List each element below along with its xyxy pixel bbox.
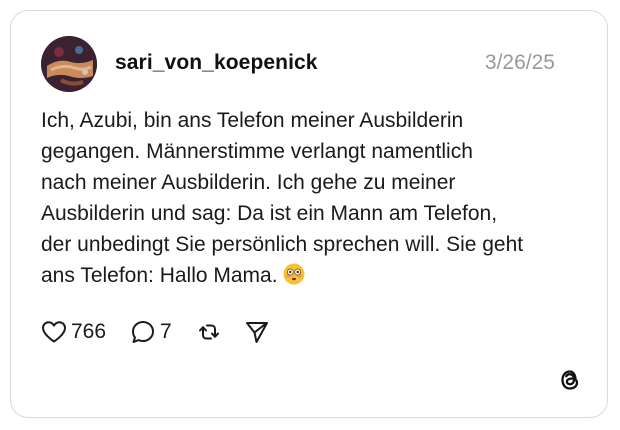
like-count: 766 — [71, 320, 107, 343]
post-text-last-line: ans Telefon: Hallo Mama. — [41, 260, 581, 291]
post-actions: 766 7 — [41, 317, 270, 347]
post-text-line: gegangen. Männerstimme verlangt namentli… — [41, 140, 473, 163]
like-button[interactable]: 766 — [41, 320, 106, 344]
reply-button[interactable]: 7 — [130, 319, 172, 345]
share-button[interactable] — [244, 319, 270, 345]
repost-icon — [196, 319, 222, 345]
heart-icon — [41, 320, 67, 344]
post-text-line: nach meiner Ausbilderin. Ich gehe zu mei… — [41, 171, 456, 194]
post-text-line: Ich, Azubi, bin ans Telefon meiner Ausbi… — [41, 109, 464, 132]
send-icon — [244, 319, 270, 345]
post-date: 3/26/25 — [484, 51, 555, 74]
flushed-face-emoji — [283, 263, 305, 285]
threads-logo-icon[interactable] — [557, 367, 583, 393]
reply-count: 7 — [160, 320, 172, 343]
post-text-line: ans Telefon: Hallo Mama. — [41, 264, 278, 287]
avatar[interactable] — [41, 36, 97, 92]
post-text: Ich, Azubi, bin ans Telefon meiner Ausbi… — [41, 105, 581, 291]
repost-button[interactable] — [196, 319, 222, 345]
post-card: sari_von_koepenick 3/26/25 Ich, Azubi, b… — [10, 10, 608, 418]
username[interactable]: sari_von_koepenick — [115, 51, 318, 75]
speech-bubble-icon — [130, 319, 156, 345]
post-text-line: Ausbilderin und sag: Da ist ein Mann am … — [41, 202, 498, 225]
post-text-line: der unbedingt Sie persönlich sprechen wi… — [41, 233, 524, 256]
